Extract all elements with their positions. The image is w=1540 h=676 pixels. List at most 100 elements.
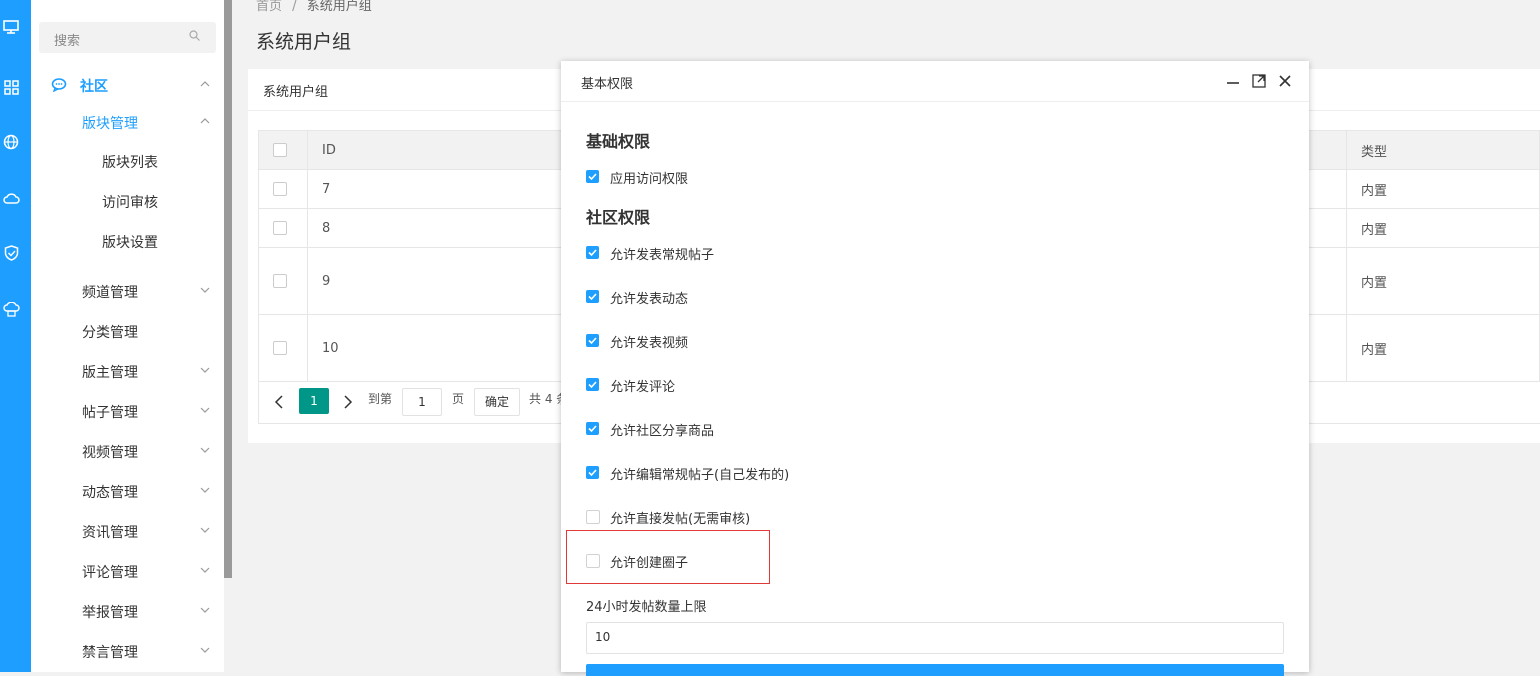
- grid-icon[interactable]: [0, 76, 22, 98]
- sidebar-item-comments[interactable]: 评论管理: [31, 551, 224, 591]
- chevron-up-icon: [200, 118, 210, 124]
- cell-type: 内置: [1346, 169, 1540, 209]
- section-title-basic: 基础权限: [586, 132, 651, 151]
- sidebar-item-board-management[interactable]: 版块管理: [31, 102, 224, 142]
- breadcrumb-current: 系统用户组: [306, 0, 372, 14]
- sidebar-item-mute[interactable]: 禁言管理: [31, 631, 224, 671]
- check-icon: [588, 469, 597, 477]
- sidebar-item-moderator[interactable]: 版主管理: [31, 351, 224, 391]
- sidebar-item-news[interactable]: 资讯管理: [31, 511, 224, 551]
- sidebar-item-label: 帖子管理: [82, 405, 138, 421]
- checkbox-checked[interactable]: [586, 422, 599, 435]
- perm-label: 允许直接发帖(无需审核): [610, 512, 751, 527]
- next-page-icon[interactable]: [343, 395, 353, 409]
- sidebar-subitem-board-list[interactable]: 版块列表: [31, 141, 224, 181]
- cloud-server-icon[interactable]: [0, 298, 22, 320]
- breadcrumb-separator: /: [292, 0, 297, 14]
- perm-label: 允许创建圈子: [610, 556, 689, 571]
- sidebar-subitem-label: 版块设置: [102, 235, 158, 251]
- modal-title: 基本权限: [581, 77, 634, 92]
- search-icon[interactable]: [189, 30, 200, 41]
- monitor-icon[interactable]: [0, 16, 22, 38]
- chevron-down-icon: [200, 647, 210, 653]
- sidebar-scrollbar[interactable]: [224, 0, 232, 578]
- modal-header: 基本权限: [561, 61, 1309, 102]
- sidebar-item-label: 版块管理: [82, 116, 138, 132]
- globe-icon[interactable]: [0, 131, 22, 153]
- check-icon: [588, 381, 597, 389]
- check-icon: [588, 425, 597, 433]
- check-icon: [588, 293, 597, 301]
- chevron-down-icon: [200, 487, 210, 493]
- sidebar-item-label: 评论管理: [82, 565, 138, 581]
- checkbox-checked[interactable]: [586, 466, 599, 479]
- prev-page-icon[interactable]: [274, 395, 284, 409]
- section-title-community: 社区权限: [586, 208, 651, 227]
- sidebar-item-label: 禁言管理: [82, 645, 138, 661]
- chevron-down-icon: [200, 367, 210, 373]
- row-checkbox[interactable]: [273, 182, 287, 196]
- checkbox-checked[interactable]: [586, 290, 599, 303]
- column-header-type[interactable]: 类型: [1346, 130, 1540, 170]
- select-all-checkbox[interactable]: [273, 143, 287, 157]
- breadcrumb-home-link[interactable]: 首页: [256, 0, 282, 14]
- current-page-button[interactable]: 1: [299, 388, 329, 414]
- perm-label: 应用访问权限: [610, 172, 689, 187]
- checkbox-unchecked[interactable]: [586, 510, 600, 524]
- sidebar-subitem-label: 版块列表: [102, 155, 158, 171]
- card-title: 系统用户组: [263, 85, 329, 100]
- checkbox-checked[interactable]: [586, 170, 599, 183]
- sidebar-section-community[interactable]: 社区: [31, 65, 224, 105]
- checkbox-checked[interactable]: [586, 246, 599, 259]
- sidebar-subitem-board-settings[interactable]: 版块设置: [31, 221, 224, 261]
- sidebar-item-label: 举报管理: [82, 605, 138, 621]
- sidebar-section-label: 社区: [80, 79, 108, 95]
- cell-type: 内置: [1346, 247, 1540, 315]
- sidebar-subitem-access-review[interactable]: 访问审核: [31, 181, 224, 221]
- chevron-down-icon: [200, 527, 210, 533]
- sidebar-item-dynamic[interactable]: 动态管理: [31, 471, 224, 511]
- post-limit-input[interactable]: 10: [586, 622, 1284, 654]
- sidebar-item-label: 版主管理: [82, 365, 138, 381]
- sidebar-item-label: 动态管理: [82, 485, 138, 501]
- sidebar-subitem-label: 访问审核: [102, 195, 158, 211]
- search-input[interactable]: 搜索: [39, 22, 216, 53]
- page-number-input[interactable]: 1: [402, 388, 442, 416]
- chevron-down-icon: [200, 567, 210, 573]
- row-checkbox[interactable]: [273, 221, 287, 235]
- sidebar-item-posts[interactable]: 帖子管理: [31, 391, 224, 431]
- icon-rail: [0, 0, 31, 672]
- breadcrumb: 首页 / 系统用户组: [256, 0, 372, 14]
- shield-icon[interactable]: [0, 242, 22, 264]
- sidebar-item-category[interactable]: 分类管理: [31, 311, 224, 351]
- submit-button[interactable]: [586, 664, 1284, 676]
- row-checkbox[interactable]: [273, 274, 287, 288]
- cloud-icon[interactable]: [0, 187, 22, 209]
- search-placeholder: 搜索: [54, 34, 81, 49]
- perm-label: 允许发表视频: [610, 336, 689, 351]
- sidebar-item-reports[interactable]: 举报管理: [31, 591, 224, 631]
- chevron-down-icon: [200, 287, 210, 293]
- row-checkbox[interactable]: [273, 341, 287, 355]
- confirm-page-button[interactable]: 确定: [474, 388, 520, 416]
- sidebar-item-label: 分类管理: [82, 325, 138, 341]
- maximize-icon[interactable]: [1251, 73, 1267, 89]
- sidebar-item-label: 视频管理: [82, 445, 138, 461]
- sidebar-item-label: 资讯管理: [82, 525, 138, 541]
- minimize-icon[interactable]: [1225, 73, 1241, 89]
- chevron-down-icon: [200, 447, 210, 453]
- sidebar-item-channel[interactable]: 频道管理: [31, 271, 224, 311]
- chevron-down-icon: [200, 407, 210, 413]
- perm-label: 允许编辑常规帖子(自己发布的): [610, 468, 790, 483]
- checkbox-checked[interactable]: [586, 334, 599, 347]
- sidebar-item-video[interactable]: 视频管理: [31, 431, 224, 471]
- checkbox-checked[interactable]: [586, 378, 599, 391]
- check-icon: [588, 173, 597, 181]
- permissions-modal: 基本权限 基础权限 应用访问权限 社区权限 允许发表常规帖子 允许发表动态 允许…: [561, 61, 1309, 676]
- sidebar-item-label: 频道管理: [82, 285, 138, 301]
- sidebar: 搜索 社区 版块管理 版块列表 访问审核 版块设置 频道管理 分类管理 版主管理…: [31, 0, 224, 672]
- checkbox-unchecked[interactable]: [586, 554, 600, 568]
- close-icon[interactable]: [1277, 73, 1293, 89]
- post-limit-label: 24小时发帖数量上限: [586, 600, 707, 615]
- cell-type: 内置: [1346, 208, 1540, 248]
